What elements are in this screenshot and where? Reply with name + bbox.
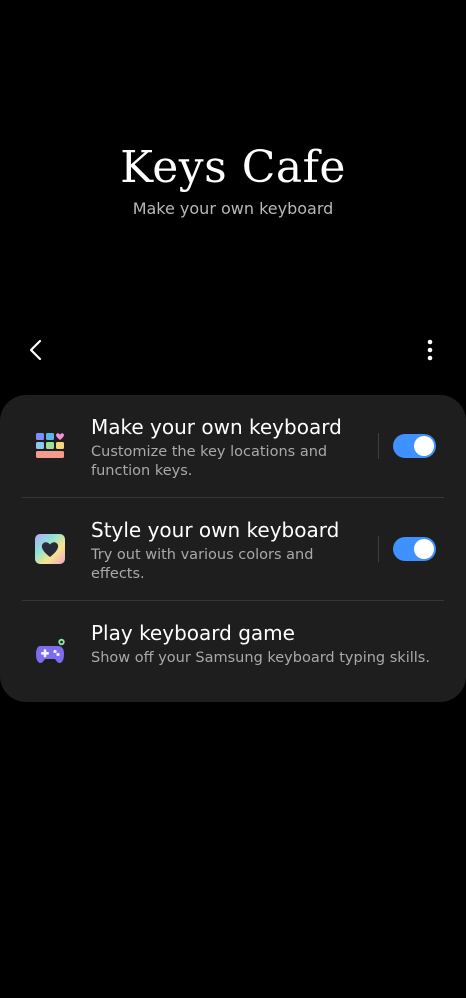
menu-item-text: Play keyboard game Show off your Samsung… xyxy=(91,619,431,668)
chevron-left-icon xyxy=(29,339,42,361)
menu-item-title: Style your own keyboard xyxy=(91,518,340,542)
vertical-divider xyxy=(378,536,379,562)
keyboard-layout-icon xyxy=(30,426,70,466)
menu-item-description: Try out with various colors and effects. xyxy=(91,547,314,582)
app-title: Keys Cafe xyxy=(120,142,346,193)
back-button[interactable] xyxy=(20,334,52,366)
menu-item-style-keyboard[interactable]: Style your own keyboard Try out with var… xyxy=(0,498,466,600)
toggle-knob xyxy=(414,436,434,456)
app-subtitle: Make your own keyboard xyxy=(132,199,334,218)
menu-item-text: Style your own keyboard Try out with var… xyxy=(91,516,371,584)
toggle-knob xyxy=(414,539,434,559)
more-vertical-icon xyxy=(427,339,433,361)
menu-item-title: Make your own keyboard xyxy=(91,415,342,439)
heart-style-icon xyxy=(30,529,70,569)
menu-item-title: Play keyboard game xyxy=(91,621,295,645)
make-keyboard-toggle[interactable] xyxy=(393,434,436,458)
app-header: Keys Cafe Make your own keyboard xyxy=(0,140,466,220)
menu-item-text: Make your own keyboard Customize the key… xyxy=(91,413,371,481)
menu-item-play-game[interactable]: Play keyboard game Show off your Samsung… xyxy=(0,601,466,703)
vertical-divider xyxy=(378,433,379,459)
more-options-button[interactable] xyxy=(414,334,446,366)
menu-item-description: Customize the key locations and function… xyxy=(91,444,328,479)
style-keyboard-toggle[interactable] xyxy=(393,537,436,561)
settings-card: Make your own keyboard Customize the key… xyxy=(0,395,466,702)
menu-item-description: Show off your Samsung keyboard typing sk… xyxy=(91,650,430,666)
gamepad-icon xyxy=(30,632,70,672)
menu-item-make-keyboard[interactable]: Make your own keyboard Customize the key… xyxy=(0,395,466,497)
